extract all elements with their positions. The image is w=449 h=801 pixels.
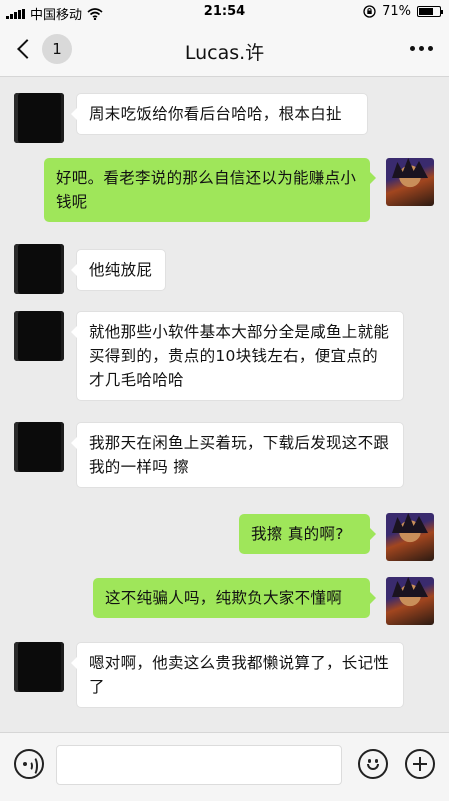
orientation-lock-icon bbox=[363, 5, 376, 18]
chat-title: Lucas.许 bbox=[184, 42, 265, 64]
status-bar: 中国移动 21:54 71% bbox=[0, 0, 449, 24]
contact-avatar[interactable] bbox=[14, 244, 64, 294]
more-icon[interactable] bbox=[410, 46, 433, 51]
status-right: 71% bbox=[363, 4, 443, 19]
my-avatar[interactable] bbox=[386, 577, 434, 625]
message-outgoing[interactable]: 这不纯骗人吗，纯欺负大家不懂啊 bbox=[93, 578, 376, 618]
contact-avatar[interactable] bbox=[14, 642, 64, 692]
battery-icon bbox=[417, 6, 443, 17]
contact-avatar[interactable] bbox=[14, 422, 64, 472]
message-incoming[interactable]: 我那天在闲鱼上买着玩，下载后发现这不跟我的一样吗 擦 bbox=[71, 422, 404, 488]
emoji-icon[interactable] bbox=[358, 749, 388, 779]
battery-fill bbox=[419, 8, 433, 15]
message-incoming[interactable]: 就他那些小软件基本大部分全是咸鱼上就能买得到的，贵点的10块钱左右，便宜点的才几… bbox=[71, 311, 404, 401]
input-bar bbox=[0, 732, 449, 801]
battery-percent: 71% bbox=[382, 4, 411, 19]
message-input[interactable] bbox=[56, 745, 342, 785]
message-outgoing[interactable]: 好吧。看老李说的那么自信还以为能赚点小钱呢 bbox=[44, 158, 376, 222]
my-avatar[interactable] bbox=[386, 513, 434, 561]
contact-avatar[interactable] bbox=[14, 311, 64, 361]
my-avatar[interactable] bbox=[386, 158, 434, 206]
message-incoming[interactable]: 嗯对啊，他卖这么贵我都懒说算了，长记性了 bbox=[71, 642, 404, 708]
contact-avatar[interactable] bbox=[14, 93, 64, 143]
chat-area[interactable]: 周末吃饭给你看后台哈哈，根本白扯 好吧。看老李说的那么自信还以为能赚点小钱呢 他… bbox=[0, 77, 449, 732]
plus-icon[interactable] bbox=[405, 749, 435, 779]
nav-bar: 1 Lucas.许 bbox=[0, 24, 449, 77]
voice-icon[interactable] bbox=[14, 749, 44, 779]
message-incoming[interactable]: 周末吃饭给你看后台哈哈，根本白扯 bbox=[71, 93, 368, 135]
message-incoming[interactable]: 他纯放屁 bbox=[71, 249, 166, 291]
message-outgoing[interactable]: 我擦 真的啊? bbox=[239, 514, 376, 554]
